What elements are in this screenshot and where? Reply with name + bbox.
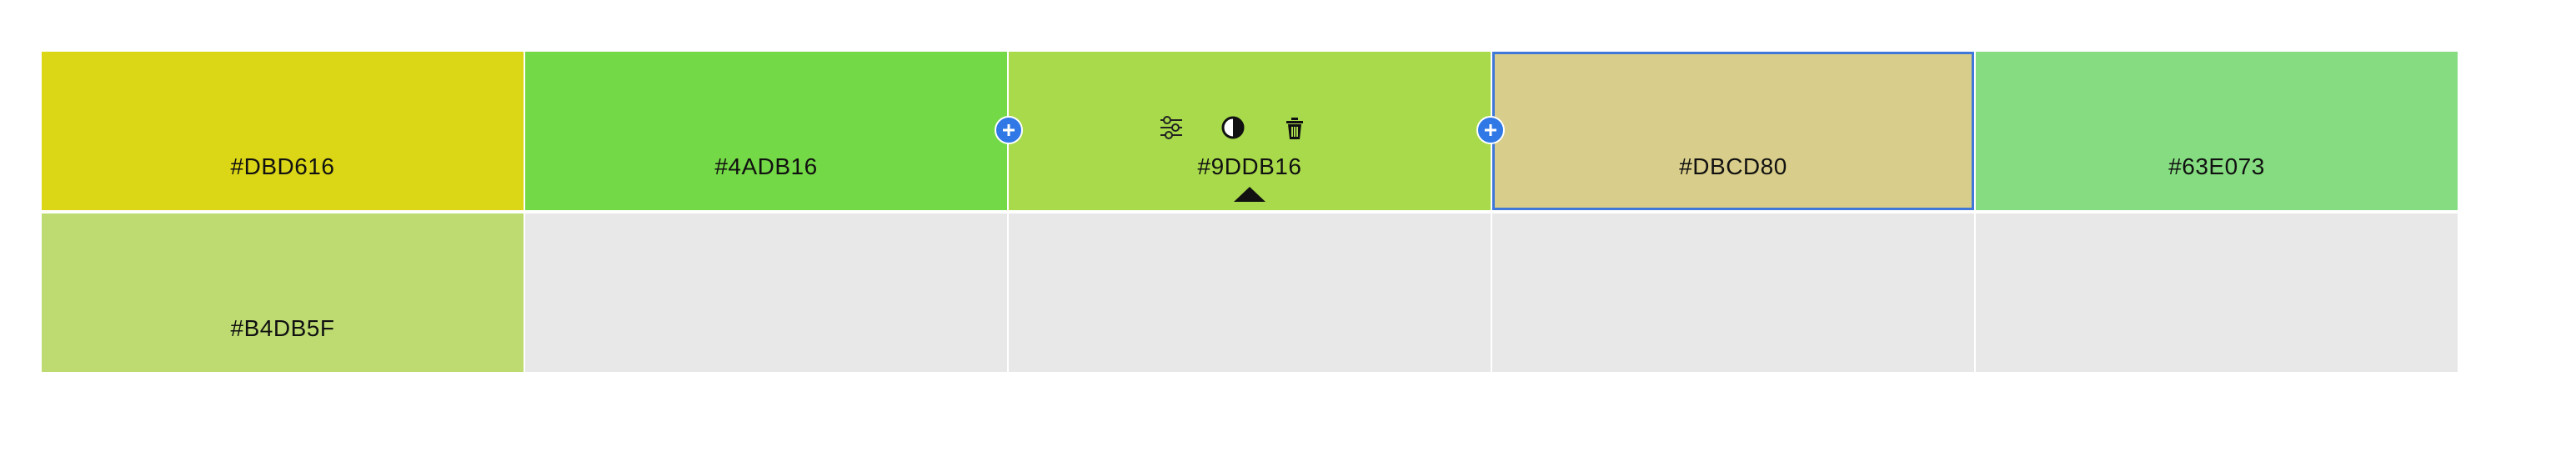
color-palette-grid: #DBD616 #4ADB16 #9DDB16 #DBCD80 #63E073 … — [42, 52, 2459, 372]
swatch-6[interactable]: #B4DB5F — [42, 213, 524, 372]
add-swatch-after-button[interactable] — [1476, 116, 1505, 144]
empty-swatch-slot — [1009, 213, 1491, 372]
swatch-hex-label: #DBD616 — [230, 153, 335, 179]
swatch-1[interactable]: #DBD616 — [42, 52, 524, 210]
empty-swatch-slot — [1976, 213, 2458, 372]
swatch-hex-label: #B4DB5F — [230, 315, 335, 341]
caret-up-icon — [1234, 187, 1265, 202]
sliders-icon[interactable] — [1157, 113, 1185, 142]
swatch-5[interactable]: #63E073 — [1976, 52, 2458, 210]
add-swatch-before-button[interactable] — [995, 116, 1023, 144]
swatch-toolbar — [1157, 113, 1309, 142]
swatch-hex-label: #9DDB16 — [1197, 153, 1302, 179]
swatch-2[interactable]: #4ADB16 — [525, 52, 1007, 210]
trash-icon[interactable] — [1280, 113, 1309, 142]
empty-swatch-slot — [525, 213, 1007, 372]
swatch-hex-label: #DBCD80 — [1679, 153, 1787, 179]
empty-swatch-slot — [1492, 213, 1974, 372]
swatch-hex-label: #4ADB16 — [714, 153, 818, 179]
swatch-hex-label: #63E073 — [2168, 153, 2265, 179]
plus-icon — [1003, 124, 1015, 136]
swatch-3-active[interactable]: #9DDB16 — [1009, 52, 1491, 210]
contrast-icon[interactable] — [1219, 113, 1247, 142]
plus-icon — [1485, 124, 1496, 136]
swatch-4[interactable]: #DBCD80 — [1492, 52, 1974, 210]
